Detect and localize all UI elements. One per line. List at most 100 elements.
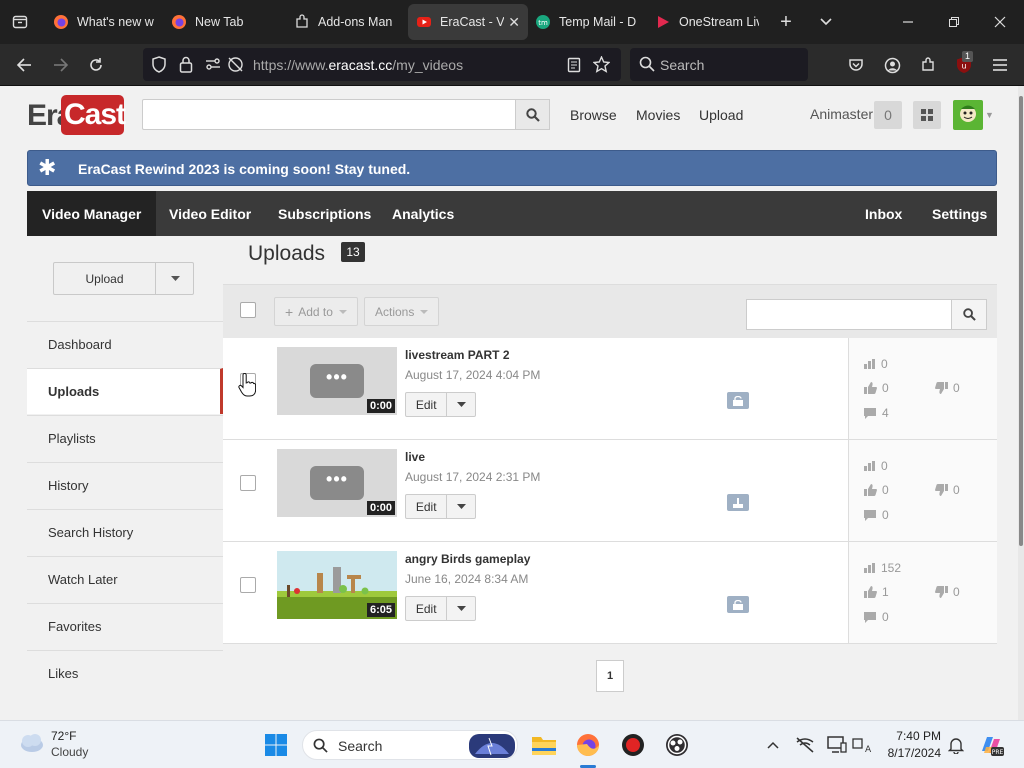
close-tab-icon[interactable]: ✕ [508, 14, 520, 31]
avatar-dropdown-icon[interactable]: ▼ [985, 110, 994, 120]
restore-button[interactable] [942, 10, 966, 34]
nav-upload-link[interactable]: Upload [699, 107, 743, 123]
video-title[interactable]: livestream PART 2 [405, 348, 510, 362]
private-lock-icon[interactable] [727, 596, 749, 613]
edit-button[interactable]: Edit [406, 398, 446, 412]
video-search-button[interactable] [951, 299, 987, 330]
copilot-icon[interactable]: PRE [975, 729, 1007, 761]
edit-dropdown-button[interactable] [446, 495, 475, 518]
notification-count[interactable]: 0 [874, 101, 902, 129]
pocket-icon[interactable] [839, 44, 873, 86]
pagination-page-1[interactable]: 1 [596, 660, 624, 692]
eracast-logo[interactable]: Era Cast [27, 95, 126, 135]
forward-button[interactable] [44, 44, 78, 86]
reload-button[interactable] [79, 44, 113, 86]
browser-tab[interactable]: What's new w [45, 4, 165, 40]
private-lock-icon[interactable] [727, 392, 749, 409]
sidebar-item-watch-later[interactable]: Watch Later [27, 556, 223, 602]
sidebar-item-favorites[interactable]: Favorites [27, 603, 223, 649]
show-hidden-icons-chevron-icon[interactable] [757, 729, 789, 761]
tab-analytics[interactable]: Analytics [377, 191, 469, 236]
lock-icon[interactable] [179, 56, 193, 76]
sidebar-item-likes[interactable]: Likes [27, 650, 223, 696]
browser-tab[interactable]: EraCast - Vi ✕ [408, 4, 528, 40]
new-tab-button[interactable]: + [774, 10, 798, 34]
public-upload-icon[interactable] [727, 494, 749, 511]
tab-list-chevron-icon[interactable] [814, 10, 838, 34]
upload-dropdown-button[interactable] [155, 263, 194, 294]
url-bar[interactable]: https://www.eracast.cc/my_videos [143, 48, 621, 81]
account-icon[interactable] [875, 44, 909, 86]
clock-time[interactable]: 7:40 PM [883, 729, 941, 743]
tab-subscriptions[interactable]: Subscriptions [263, 191, 386, 236]
network-disconnected-icon[interactable] [789, 729, 821, 761]
tab-inbox[interactable]: Inbox [850, 191, 917, 236]
video-select-checkbox[interactable] [240, 577, 256, 593]
upload-button[interactable]: Upload [54, 263, 155, 294]
sidebar-item-playlists[interactable]: Playlists [27, 415, 223, 461]
video-search-input[interactable] [746, 299, 952, 330]
edit-button[interactable]: Edit [406, 602, 446, 616]
username-link[interactable]: Animaster [810, 106, 873, 122]
apps-grid-button[interactable] [913, 101, 941, 129]
ublock-extension-icon[interactable]: u 1 [947, 44, 981, 86]
clock-date[interactable]: 8/17/2024 [883, 746, 941, 760]
edit-dropdown-button[interactable] [446, 597, 475, 620]
browser-tab[interactable]: Add-ons Man [286, 4, 406, 40]
sidebar-item-search-history[interactable]: Search History [27, 509, 223, 555]
add-to-button[interactable]: + Add to [274, 297, 358, 326]
back-button[interactable] [7, 44, 41, 86]
edit-dropdown-button[interactable] [446, 393, 475, 416]
sidebar-item-history[interactable]: History [27, 462, 223, 508]
close-window-button[interactable] [988, 10, 1012, 34]
video-thumbnail[interactable]: 6:05 [277, 551, 397, 619]
firefox-taskbar-icon[interactable] [572, 729, 604, 761]
browser-search-bar[interactable]: Search [630, 48, 808, 81]
site-search-button[interactable] [515, 99, 550, 130]
site-search-input[interactable] [142, 99, 516, 130]
weather-temp[interactable]: 72°F [51, 729, 76, 743]
browser-tab[interactable]: OneStream Liv [647, 4, 767, 40]
record-app-icon[interactable] [617, 729, 649, 761]
select-all-checkbox[interactable] [240, 302, 256, 318]
permissions-icon[interactable] [205, 57, 221, 74]
extensions-icon[interactable] [911, 44, 945, 86]
cloud-weather-icon[interactable] [17, 732, 45, 757]
tab-video-manager[interactable]: Video Manager [27, 191, 157, 236]
weather-desc[interactable]: Cloudy [51, 745, 88, 759]
video-thumbnail[interactable]: ••• 0:00 [277, 449, 397, 517]
tab-video-editor[interactable]: Video Editor [154, 191, 266, 236]
file-explorer-icon[interactable] [528, 729, 560, 761]
video-title[interactable]: live [405, 450, 425, 464]
sidebar-item-uploads[interactable]: Uploads [27, 368, 223, 414]
edit-button[interactable]: Edit [406, 500, 446, 514]
bookmark-star-icon[interactable] [592, 55, 611, 76]
page-scrollbar-thumb[interactable] [1019, 96, 1023, 546]
tab-settings[interactable]: Settings [917, 191, 1002, 236]
autoplay-blocked-icon[interactable] [227, 56, 244, 76]
shield-icon[interactable] [151, 56, 167, 76]
taskbar-search-box[interactable]: Search [302, 730, 518, 760]
nav-browse-link[interactable]: Browse [570, 107, 617, 123]
minimize-button[interactable] [896, 10, 920, 34]
video-select-checkbox[interactable] [240, 475, 256, 491]
reader-view-icon[interactable] [567, 57, 581, 76]
video-thumbnail[interactable]: ••• 0:00 [277, 347, 397, 415]
browser-tab[interactable]: tm Temp Mail - D [527, 4, 647, 40]
url-text[interactable]: https://www.eracast.cc/my_videos [253, 57, 463, 73]
thumbs-down-icon [935, 484, 948, 496]
manager-tabs: Video Manager Video Editor Subscriptions… [27, 191, 997, 236]
menu-hamburger-icon[interactable] [983, 44, 1017, 86]
actions-button[interactable]: Actions [364, 297, 440, 326]
obs-icon[interactable] [661, 729, 693, 761]
notification-bell-icon[interactable] [940, 729, 972, 761]
windows-start-icon[interactable] [260, 729, 292, 761]
comments-stat: 0 [864, 508, 889, 522]
language-icon[interactable]: A [846, 729, 878, 761]
nav-movies-link[interactable]: Movies [636, 107, 680, 123]
browser-tab[interactable]: New Tab [163, 4, 283, 40]
avatar[interactable] [953, 100, 983, 130]
sidebar-item-dashboard[interactable]: Dashboard [27, 321, 223, 367]
tab-overview-icon[interactable] [8, 10, 32, 34]
video-title[interactable]: angry Birds gameplay [405, 552, 530, 566]
